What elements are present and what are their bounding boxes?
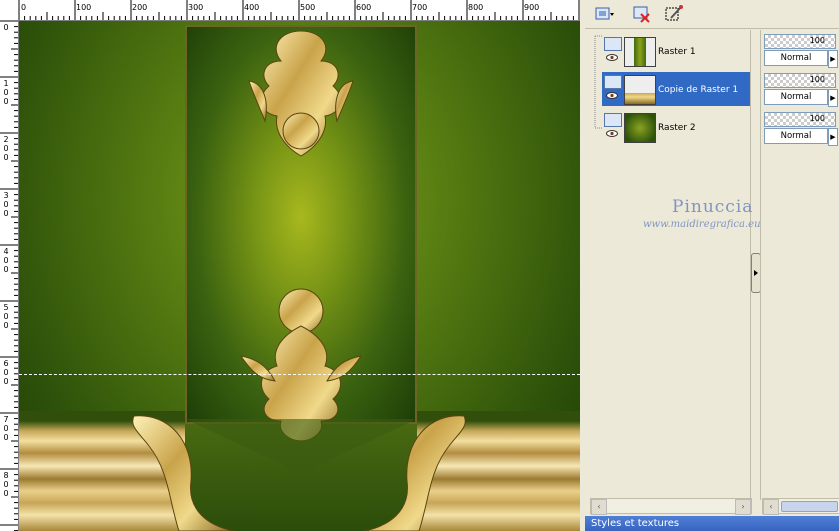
blend-mode-select[interactable]: Normal <box>764 50 828 66</box>
palette-title-bar[interactable]: Styles et textures <box>585 516 839 531</box>
selection-marquee[interactable] <box>19 374 580 375</box>
ruler-label: 400 <box>244 3 260 12</box>
visibility-eye-icon[interactable] <box>606 54 618 61</box>
scroll-thumb[interactable] <box>781 501 838 512</box>
layer-thumbnail <box>624 75 656 105</box>
layer-thumbnail <box>624 113 656 143</box>
blend-dropdown-arrow-icon[interactable]: ▶ <box>828 50 838 68</box>
opacity-value: 100 <box>809 114 825 123</box>
raster-layer-icon <box>604 75 622 89</box>
ruler-label: 900 <box>524 3 540 12</box>
ruler-label: 600 <box>356 3 372 12</box>
delete-layer-icon[interactable] <box>631 4 653 24</box>
layers-horizontal-scrollbar[interactable]: ‹ › <box>590 498 752 515</box>
top-ornament <box>248 30 354 157</box>
visibility-eye-icon[interactable] <box>606 130 618 137</box>
opacity-value: 100 <box>809 36 825 45</box>
visibility-eye-icon[interactable] <box>606 92 618 99</box>
scroll-left-icon[interactable]: ‹ <box>763 499 779 515</box>
ruler-label-stack: 500 <box>3 303 9 330</box>
mask-icon[interactable] <box>663 4 685 24</box>
ruler-label-stack: 200 <box>3 135 9 162</box>
ruler-label: 100 <box>76 3 92 12</box>
image-canvas[interactable] <box>19 21 580 531</box>
ruler-label: 200 <box>132 3 148 12</box>
layers-toolbar <box>585 0 839 29</box>
scroll-right-icon[interactable]: › <box>735 499 751 515</box>
raster-layer-icon <box>604 37 622 51</box>
opacity-value: 100 <box>809 75 825 84</box>
palette-title: Styles et textures <box>591 518 680 529</box>
ruler-label-stack: 400 <box>3 247 9 274</box>
scroll-left-icon[interactable]: ‹ <box>591 499 607 515</box>
ruler-label: 300 <box>188 3 204 12</box>
opacity-slider[interactable]: 100 <box>764 73 836 88</box>
reflection-triangle <box>185 419 417 473</box>
blend-dropdown-arrow-icon[interactable]: ▶ <box>828 89 838 107</box>
layer-row-raster-2[interactable]: Raster 2 <box>602 110 750 144</box>
opacity-slider[interactable]: 100 <box>764 112 836 127</box>
ruler-label: 0 <box>3 23 9 32</box>
horizontal-ruler: 0 100 200 300 400 500 600 700 800 900 <box>0 0 580 21</box>
ruler-label-stack: 300 <box>3 191 9 218</box>
layer-props-row: 100 Normal ▶ <box>764 112 838 146</box>
ruler-label-stack: 100 <box>3 79 9 106</box>
layer-props-row: 100 Normal ▶ <box>764 34 838 68</box>
ruler-label: 700 <box>412 3 428 12</box>
props-horizontal-scrollbar[interactable]: ‹ <box>762 498 839 515</box>
layer-row-raster-1[interactable]: Raster 1 <box>602 34 750 68</box>
layer-props-row: 100 Normal ▶ <box>764 73 838 107</box>
bottom-ornament <box>239 288 363 442</box>
layer-name: Raster 1 <box>658 47 696 57</box>
layers-list: Raster 1 Copie de Raster 1 Raster 2 <box>588 30 751 500</box>
ruler-label: 800 <box>468 3 484 12</box>
ruler-label: 500 <box>300 3 316 12</box>
vertical-ruler: 0 100 200 300 400 500 600 700 800 <box>0 20 19 531</box>
watermark-name: Pinuccia <box>672 197 754 217</box>
blend-mode-select[interactable]: Normal <box>764 128 828 144</box>
blend-mode-select[interactable]: Normal <box>764 89 828 105</box>
layer-name: Raster 2 <box>658 123 696 133</box>
ruler-label: 0 <box>21 3 27 12</box>
watermark-url: www.maidiregrafica.eu <box>643 219 761 230</box>
ruler-label-stack: 700 <box>3 415 9 442</box>
layer-row-copie-de-raster-1[interactable]: Copie de Raster 1 <box>602 72 750 106</box>
layer-name: Copie de Raster 1 <box>658 85 739 95</box>
ruler-label-stack: 600 <box>3 359 9 386</box>
gold-ornaments <box>132 30 466 531</box>
ruler-label-stack: 800 <box>3 471 9 498</box>
opacity-slider[interactable]: 100 <box>764 34 836 49</box>
layer-thumbnail <box>624 37 656 67</box>
new-layer-icon[interactable] <box>593 4 615 24</box>
blend-dropdown-arrow-icon[interactable]: ▶ <box>828 128 838 146</box>
raster-layer-icon <box>604 113 622 127</box>
layer-properties: 100 Normal ▶ 100 Normal ▶ 100 Normal ▶ <box>760 30 839 500</box>
